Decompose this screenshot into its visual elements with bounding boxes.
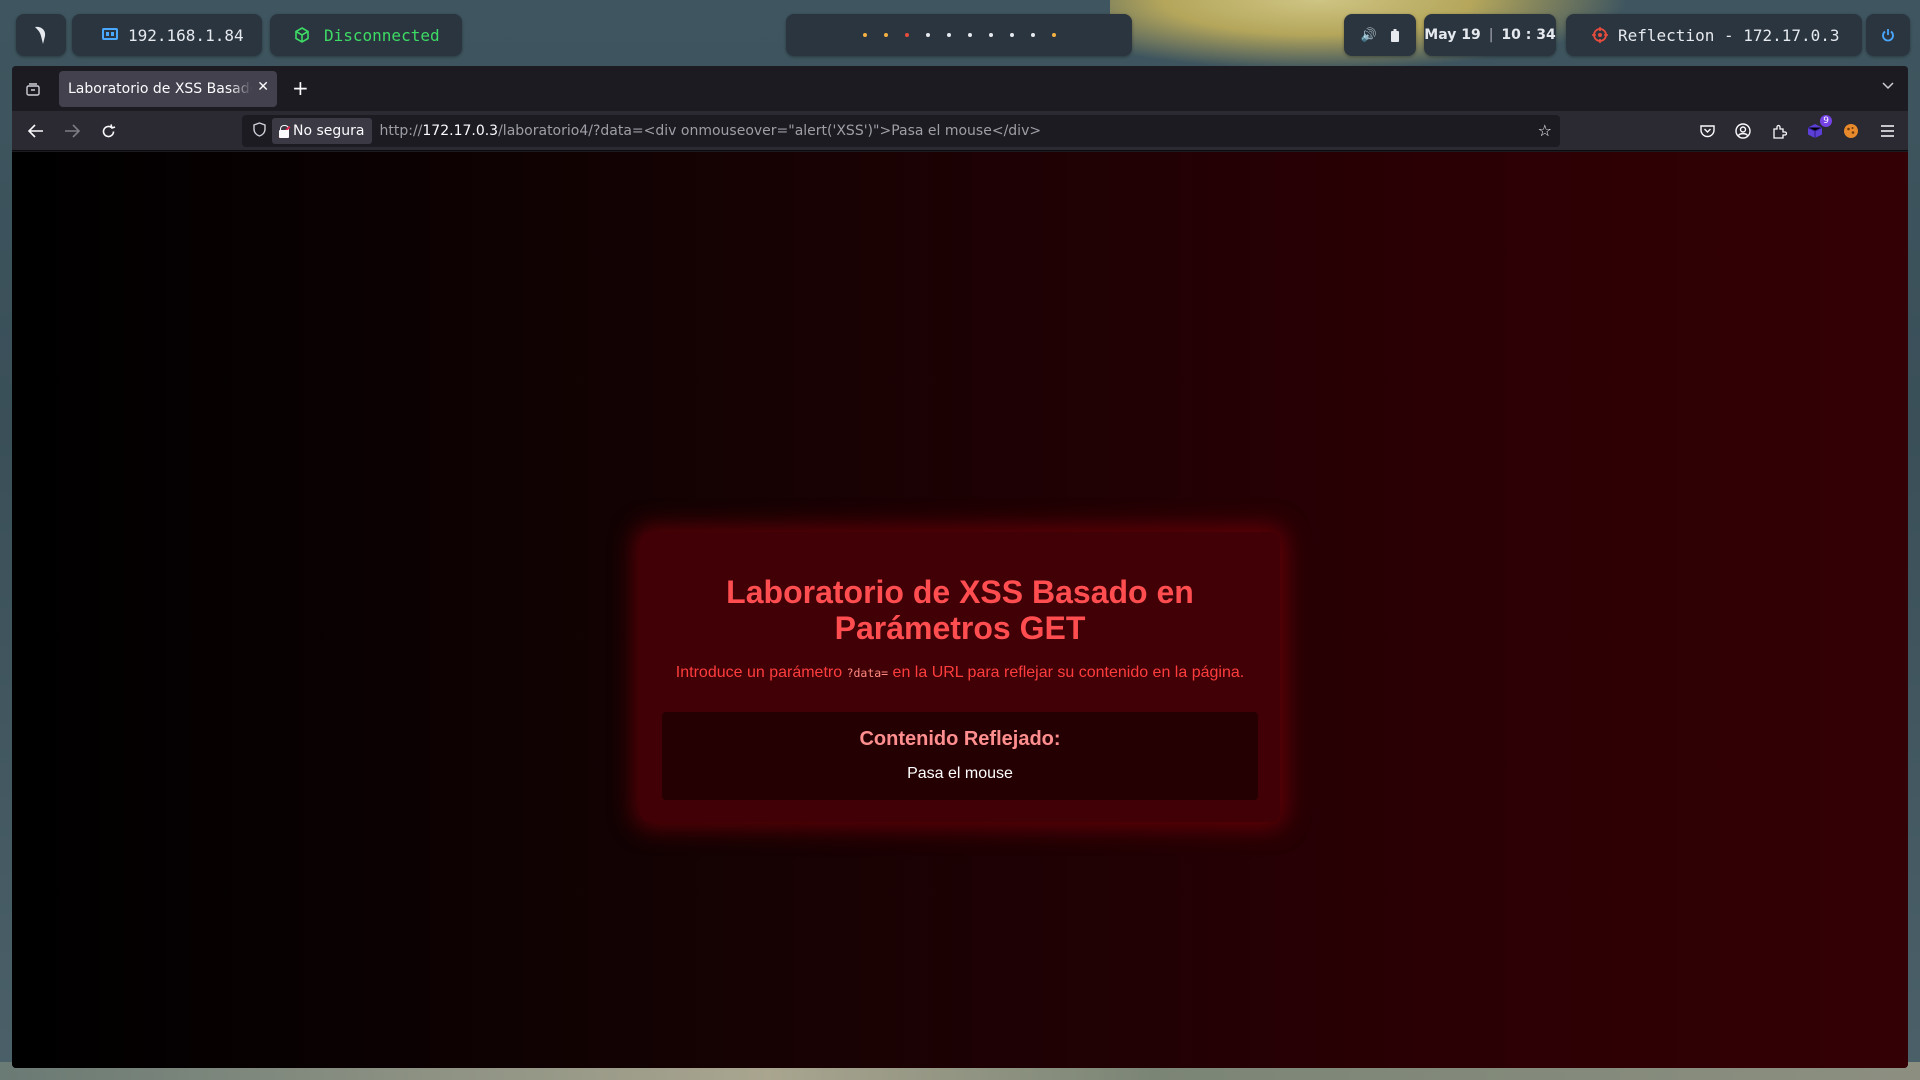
url-path: /laboratorio4/?data=<div onmouseover="al… [498,123,1042,139]
account-icon[interactable] [1732,120,1754,142]
instructions-before: Introduce un parámetro [675,664,847,681]
time-label: 10 : 34 [1501,27,1556,43]
list-all-tabs-icon[interactable] [1882,78,1894,94]
system-tray[interactable]: 🔊 [1344,14,1416,56]
bookmark-star-icon[interactable]: ☆ [1538,121,1552,140]
tab-active[interactable]: Laboratorio de XSS Basado en Parámetros … [59,71,277,107]
power-button[interactable] [1866,14,1910,56]
workspace-dot[interactable] [883,33,888,37]
connection-not-secure-button[interactable]: No segura [272,118,372,144]
power-icon [1882,29,1894,42]
insecure-lock-icon [278,124,291,138]
vpn-status: Disconnected [324,25,440,45]
navigation-bar: No segura http://172.17.0.3/laboratorio4… [12,111,1908,151]
pocket-icon[interactable] [1696,120,1718,142]
workspace-dot[interactable] [1051,33,1056,37]
workspace-dot[interactable] [862,33,867,37]
tab-bar: Laboratorio de XSS Basado en Parámetros … [12,66,1908,111]
volume-icon[interactable]: 🔊 [1361,28,1377,43]
url-text[interactable]: http://172.17.0.3/laboratorio4/?data=<di… [380,123,1042,139]
clock-separator: | [1488,27,1494,43]
battery-icon[interactable] [1391,28,1400,42]
clock[interactable]: May 19 | 10 : 34 [1424,14,1556,56]
new-tab-icon[interactable]: + [292,76,309,100]
security-label: No segura [293,123,365,139]
target-icon [1592,27,1608,43]
cube-icon [295,27,309,43]
page-instructions: Introduce un parámetro ?data= en la URL … [640,664,1280,682]
workspace-dot[interactable] [904,33,909,37]
tab-close-icon[interactable]: ✕ [257,79,269,95]
extension-cube-icon[interactable]: 9 [1804,115,1832,142]
tab-title: Laboratorio de XSS Basado en Parámetros … [68,81,252,97]
browser-window: Laboratorio de XSS Basado en Parámetros … [12,66,1908,1068]
reflected-heading: Contenido Reflejado: [859,728,1061,750]
url-prefix: http:// [379,123,423,139]
launcher-button[interactable] [16,14,66,56]
workspace-dot[interactable] [925,33,930,37]
network-icon [102,28,118,40]
date-label: May 19 [1424,27,1481,43]
hamburger-menu-icon[interactable] [1876,120,1898,142]
page-content: Laboratorio de XSS Basado en Parámetros … [12,152,1908,1068]
instructions-param: ?data= [846,666,889,680]
back-arrow-icon[interactable] [24,119,48,143]
url-bar[interactable]: No segura http://172.17.0.3/laboratorio4… [242,115,1560,147]
workspace-dot[interactable] [1009,33,1014,37]
firefox-view-icon[interactable] [22,78,44,100]
page-title: Laboratorio de XSS Basado en Parámetros … [726,574,1194,646]
parrot-logo-icon [35,26,46,44]
toolbar-icons: 9 [1696,111,1898,151]
instructions-after: en la URL para reflejar su contenido en … [888,664,1245,681]
cookie-extension-icon[interactable] [1840,120,1862,142]
reflected-content-box: Contenido Reflejado: Pasa el mouse [662,712,1258,800]
ip-address: 192.168.1.84 [128,25,244,45]
workspace-switcher[interactable] [786,14,1132,56]
target-indicator[interactable]: Reflection - 172.17.0.3 [1566,14,1862,56]
workspace-dot[interactable] [967,33,972,37]
workspace-dot[interactable] [988,33,993,37]
vpn-indicator[interactable]: Disconnected [270,14,462,56]
shield-icon[interactable] [250,121,268,141]
ip-indicator[interactable]: 192.168.1.84 [72,14,262,56]
url-host: 172.17.0.3 [422,123,499,139]
target-label: Reflection - 172.17.0.3 [1618,25,1840,45]
reload-icon[interactable] [96,119,120,143]
workspace-dot[interactable] [946,33,951,37]
extensions-puzzle-icon[interactable] [1768,120,1790,142]
workspace-dot[interactable] [1030,33,1035,37]
lab-card: Laboratorio de XSS Basado en Parámetros … [640,532,1280,822]
forward-arrow-icon[interactable] [60,119,84,143]
reflected-value[interactable]: Pasa el mouse [662,765,1258,783]
extension-badge: 9 [1820,115,1832,127]
